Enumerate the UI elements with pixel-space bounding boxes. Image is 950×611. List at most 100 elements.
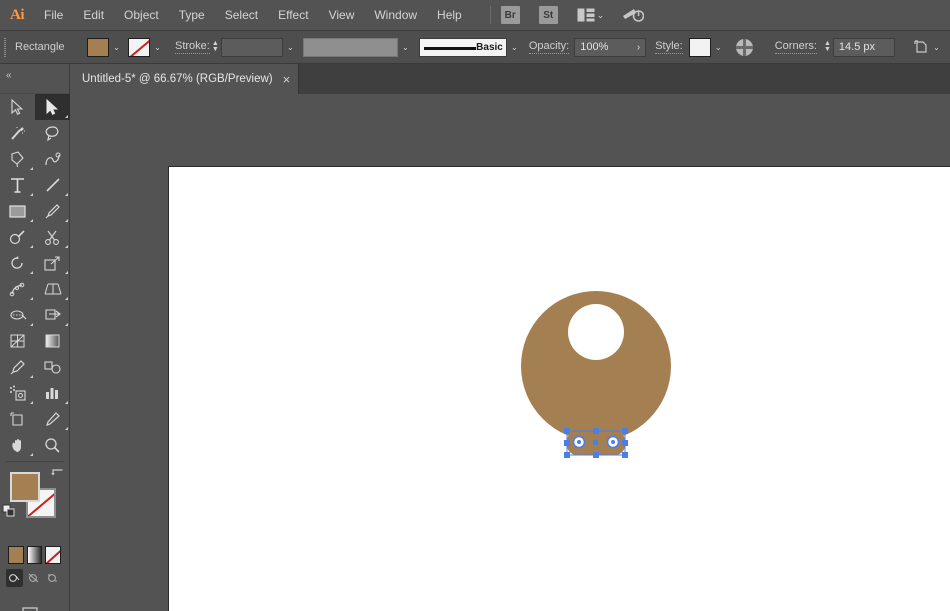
perspective-grid-tool[interactable] xyxy=(35,276,70,302)
control-bar-grip[interactable] xyxy=(0,31,9,64)
zoom-tool[interactable] xyxy=(35,432,70,458)
transform-panel-icon[interactable]: ⌄ xyxy=(913,38,944,57)
opacity-input[interactable]: 100% › xyxy=(574,38,646,57)
menu-item-view[interactable]: View xyxy=(319,0,365,31)
pen-tool[interactable] xyxy=(0,146,35,172)
rotate-tool[interactable] xyxy=(0,250,35,276)
variable-width-profile-input[interactable] xyxy=(303,38,398,57)
tools-panel-grip[interactable] xyxy=(0,86,69,94)
stroke-weight-caret[interactable]: ⌄ xyxy=(283,38,298,57)
tool-flyout-indicator[interactable] xyxy=(65,219,68,222)
fill-color-swatch[interactable] xyxy=(87,38,109,57)
bridge-icon[interactable]: Br xyxy=(501,6,520,24)
menu-item-effect[interactable]: Effect xyxy=(268,0,318,31)
none-fill-button[interactable] xyxy=(45,546,61,564)
corner-radius-input[interactable]: 14.5 px xyxy=(833,38,895,57)
column-graph-tool[interactable] xyxy=(35,380,70,406)
tool-flyout-indicator[interactable] xyxy=(30,271,33,274)
curvature-tool[interactable] xyxy=(35,146,70,172)
hand-tool[interactable] xyxy=(0,432,35,458)
fill-color-indicator[interactable] xyxy=(10,472,40,502)
tool-flyout-indicator[interactable] xyxy=(30,323,33,326)
double-chevron-left-icon[interactable]: « xyxy=(0,64,69,86)
swap-fill-stroke-icon[interactable] xyxy=(50,468,64,487)
tool-flyout-indicator[interactable] xyxy=(65,115,68,118)
draw-behind-button[interactable] xyxy=(25,569,42,587)
rectangle-tool[interactable] xyxy=(0,198,35,224)
default-fill-stroke-icon[interactable] xyxy=(2,504,16,523)
stroke-weight-input[interactable] xyxy=(221,38,283,57)
paintbrush-tool[interactable] xyxy=(35,198,70,224)
tool-flyout-indicator[interactable] xyxy=(65,427,68,430)
corners-label[interactable]: Corners: xyxy=(775,40,817,54)
opacity-flyout-arrow[interactable]: › xyxy=(637,42,640,53)
graphic-style-swatch[interactable] xyxy=(689,38,711,57)
menu-item-select[interactable]: Select xyxy=(215,0,268,31)
change-screen-mode-icon[interactable] xyxy=(22,605,48,611)
stroke-color-swatch[interactable] xyxy=(128,38,150,57)
tool-flyout-indicator[interactable] xyxy=(65,271,68,274)
stock-icon[interactable]: St xyxy=(539,6,558,24)
draw-normal-button[interactable] xyxy=(6,569,23,587)
workspace-switcher-icon[interactable] xyxy=(622,6,644,24)
direct-selection-tool[interactable] xyxy=(35,94,70,120)
transform-caret[interactable]: ⌄ xyxy=(929,38,944,57)
mesh-tool[interactable] xyxy=(0,328,35,354)
puppet-warp-tool[interactable] xyxy=(0,276,35,302)
lasso-tool[interactable] xyxy=(35,120,70,146)
arrange-documents-icon[interactable] xyxy=(577,8,595,22)
free-transform-tool[interactable] xyxy=(35,250,70,276)
shaper-tool[interactable] xyxy=(0,224,35,250)
tool-flyout-indicator[interactable] xyxy=(30,245,33,248)
eyedropper-tool[interactable] xyxy=(0,354,35,380)
color-fill-button[interactable] xyxy=(8,546,24,564)
tool-flyout-indicator[interactable] xyxy=(30,453,33,456)
corners-stepper[interactable]: ▲▼ xyxy=(822,38,833,57)
shape-builder-tool[interactable] xyxy=(35,302,70,328)
stroke-weight-label[interactable]: Stroke: xyxy=(175,40,210,54)
close-icon[interactable]: × xyxy=(283,73,291,86)
brush-definition-caret[interactable]: ⌄ xyxy=(507,38,522,57)
blend-tool[interactable] xyxy=(35,354,70,380)
recolor-artwork-icon[interactable] xyxy=(736,39,753,56)
tool-flyout-indicator[interactable] xyxy=(30,401,33,404)
artboard[interactable]: ◧ xyxy=(168,166,950,611)
document-tab[interactable]: Untitled-5* @ 66.67% (RGB/Preview) × xyxy=(70,64,299,94)
menu-item-help[interactable]: Help xyxy=(427,0,472,31)
tool-flyout-indicator[interactable] xyxy=(30,167,33,170)
tool-flyout-indicator[interactable] xyxy=(65,323,68,326)
menu-item-file[interactable]: File xyxy=(34,0,73,31)
tool-flyout-indicator[interactable] xyxy=(65,193,68,196)
symbol-sprayer-tool[interactable] xyxy=(0,380,35,406)
magic-wand-tool[interactable] xyxy=(0,120,35,146)
canvas-area[interactable]: ◧ xyxy=(70,94,950,611)
chevron-down-icon[interactable]: ⌄ xyxy=(597,10,605,21)
style-caret[interactable]: ⌄ xyxy=(711,38,726,57)
gradient-tool[interactable] xyxy=(35,328,70,354)
tool-flyout-indicator[interactable] xyxy=(30,375,33,378)
menu-item-window[interactable]: Window xyxy=(364,0,427,31)
fill-dropdown-caret[interactable]: ⌄ xyxy=(109,38,124,57)
draw-inside-button[interactable] xyxy=(44,569,61,587)
slice-tool[interactable] xyxy=(35,406,70,432)
menu-item-edit[interactable]: Edit xyxy=(73,0,114,31)
selection-tool[interactable] xyxy=(0,94,35,120)
artboard-tool[interactable] xyxy=(0,406,35,432)
tool-flyout-indicator[interactable] xyxy=(65,297,68,300)
type-tool[interactable] xyxy=(0,172,35,198)
stroke-weight-stepper[interactable]: ▲▼ xyxy=(210,38,221,57)
menu-item-object[interactable]: Object xyxy=(114,0,169,31)
menu-item-type[interactable]: Type xyxy=(169,0,215,31)
opacity-label[interactable]: Opacity: xyxy=(529,40,569,54)
style-label[interactable]: Style: xyxy=(655,40,683,54)
tool-flyout-indicator[interactable] xyxy=(30,219,33,222)
scissors-tool[interactable] xyxy=(35,224,70,250)
tool-flyout-indicator[interactable] xyxy=(30,193,33,196)
width-tool[interactable] xyxy=(0,302,35,328)
variable-width-caret[interactable]: ⌄ xyxy=(398,38,413,57)
tool-flyout-indicator[interactable] xyxy=(65,401,68,404)
brush-definition-swatch[interactable]: Basic xyxy=(419,38,507,57)
gradient-fill-button[interactable] xyxy=(27,546,43,564)
line-segment-tool[interactable] xyxy=(35,172,70,198)
tool-flyout-indicator[interactable] xyxy=(65,245,68,248)
